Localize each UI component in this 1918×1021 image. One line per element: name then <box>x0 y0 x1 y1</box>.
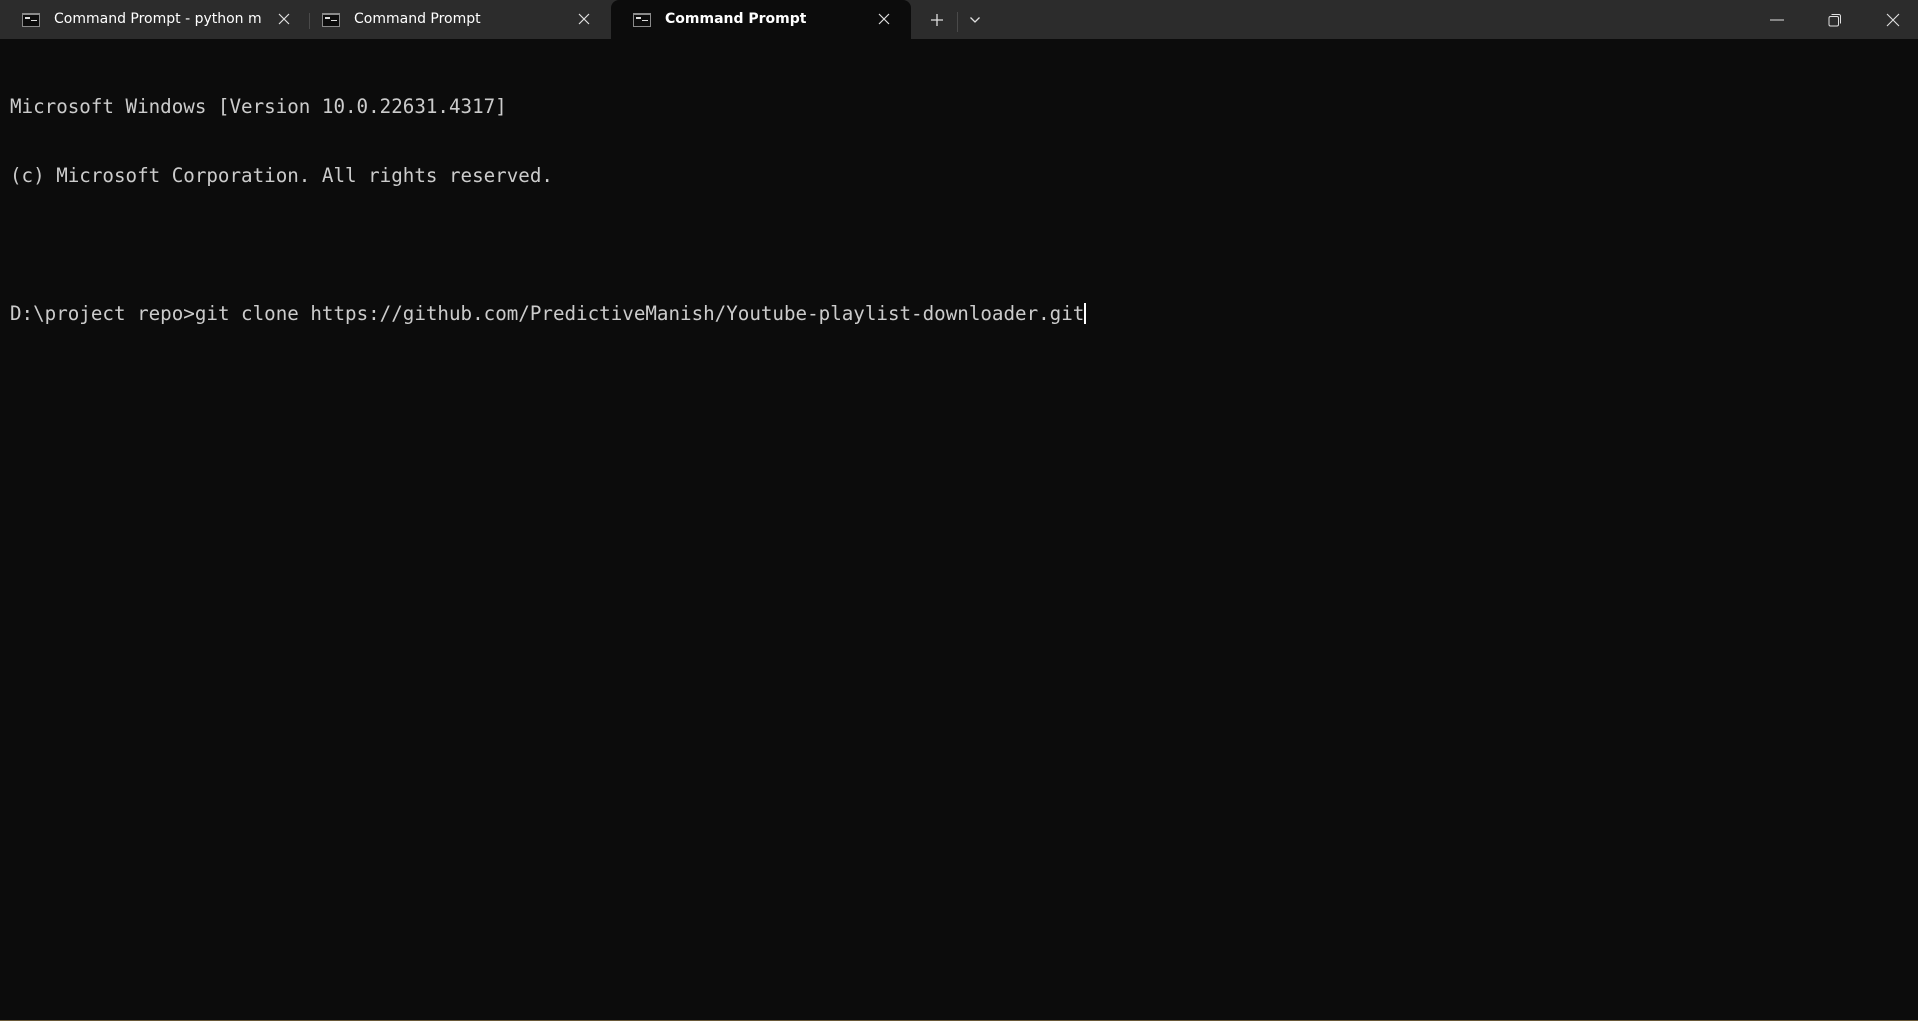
minimize-button[interactable] <box>1752 0 1802 39</box>
prompt: D:\project repo> <box>10 302 195 325</box>
tab-dropdown-button[interactable] <box>958 0 992 39</box>
text-cursor <box>1084 303 1087 324</box>
close-tab-icon[interactable] <box>573 8 595 30</box>
tab-command-prompt-active[interactable]: Command Prompt <box>611 0 911 39</box>
terminal-output[interactable]: Microsoft Windows [Version 10.0.22631.43… <box>0 39 1918 1021</box>
close-icon <box>1886 13 1900 26</box>
cmd-icon <box>322 13 340 27</box>
new-tab-button[interactable] <box>918 0 956 39</box>
chevron-down-icon <box>970 16 980 23</box>
restore-button[interactable] <box>1810 0 1860 39</box>
terminal-line: Microsoft Windows [Version 10.0.22631.43… <box>10 95 507 118</box>
plus-icon <box>931 13 943 26</box>
restore-icon <box>1828 13 1841 26</box>
tab-python[interactable]: Command Prompt - python m <box>0 0 300 39</box>
title-bar: Command Prompt - python m Command Prompt… <box>0 0 1918 39</box>
close-tab-icon[interactable] <box>873 8 895 30</box>
command-line[interactable]: D:\project repo>git clone https://github… <box>10 302 1908 325</box>
terminal-line: (c) Microsoft Corporation. All rights re… <box>10 164 553 187</box>
close-window-button[interactable] <box>1868 0 1918 39</box>
command-input[interactable]: git clone https://github.com/PredictiveM… <box>195 302 1085 325</box>
tab-title: Command Prompt - python m <box>54 11 262 27</box>
cmd-icon <box>633 13 651 27</box>
tab-command-prompt-2[interactable]: Command Prompt <box>300 0 600 39</box>
tab-title: Command Prompt <box>665 11 807 27</box>
tab-title: Command Prompt <box>354 11 481 27</box>
cmd-icon <box>22 13 40 27</box>
minimize-icon <box>1770 19 1784 20</box>
close-tab-icon[interactable] <box>273 8 295 30</box>
